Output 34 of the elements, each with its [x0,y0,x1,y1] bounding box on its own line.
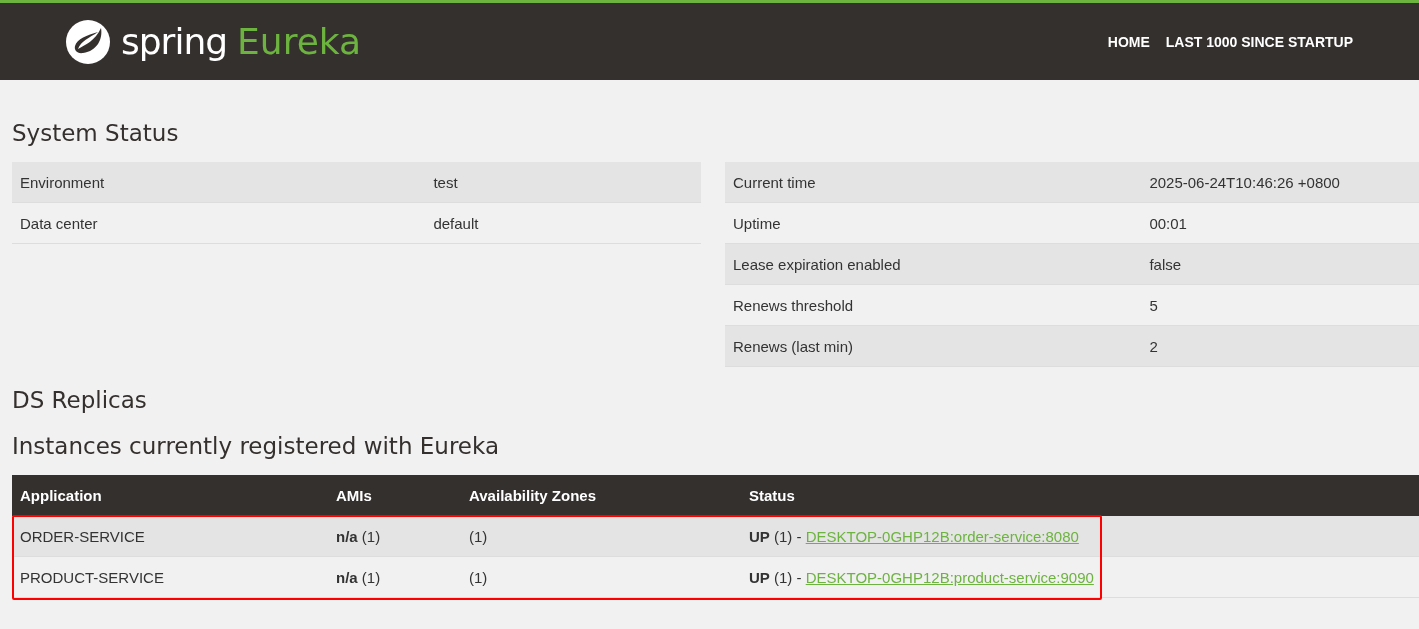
amis-text: n/a (1) [336,568,381,586]
section-title: DS Replicas [12,387,148,413]
column-header: AMIs [328,475,461,516]
application-name: PRODUCT-SERVICE [20,568,164,586]
status-value: test [433,173,458,191]
application-name: ORDER-SERVICE [20,527,145,545]
brand-accent: Eureka [237,21,362,62]
status-value: 00:01 [1149,214,1187,232]
status-value: 2 [1149,337,1158,355]
status-text: UP (1) - [749,527,802,545]
status-name: Data center [20,214,98,232]
column-header: Application [12,475,328,516]
status-name: Renews (last min) [733,337,854,355]
status-name: Lease expiration enabled [733,255,901,273]
status-name: Current time [733,173,816,191]
brand-name: spring [121,21,228,62]
leaf-logo-icon [65,18,111,65]
section-title: System Status [12,120,180,146]
nav-link[interactable]: LAST 1000 SINCE STARTUP [1165,33,1353,50]
status-value: default [433,214,479,232]
status-value: 2025-06-24T10:46:26 +0800 [1149,173,1340,191]
zones-text: (1) [469,568,488,586]
status-name: Environment [20,173,105,191]
status-value: false [1149,255,1182,273]
zones-text: (1) [469,527,488,545]
section-title: Instances currently registered with Eureka [12,433,500,459]
status-text: UP (1) - [749,568,802,586]
status-name: Uptime [733,214,781,232]
column-header: Availability Zones [461,475,741,516]
amis-text: n/a (1) [336,527,381,545]
column-header: Status [741,475,1419,516]
status-value: 5 [1149,296,1158,314]
nav-link[interactable]: HOME [1107,33,1150,50]
status-name: Renews threshold [733,296,854,314]
